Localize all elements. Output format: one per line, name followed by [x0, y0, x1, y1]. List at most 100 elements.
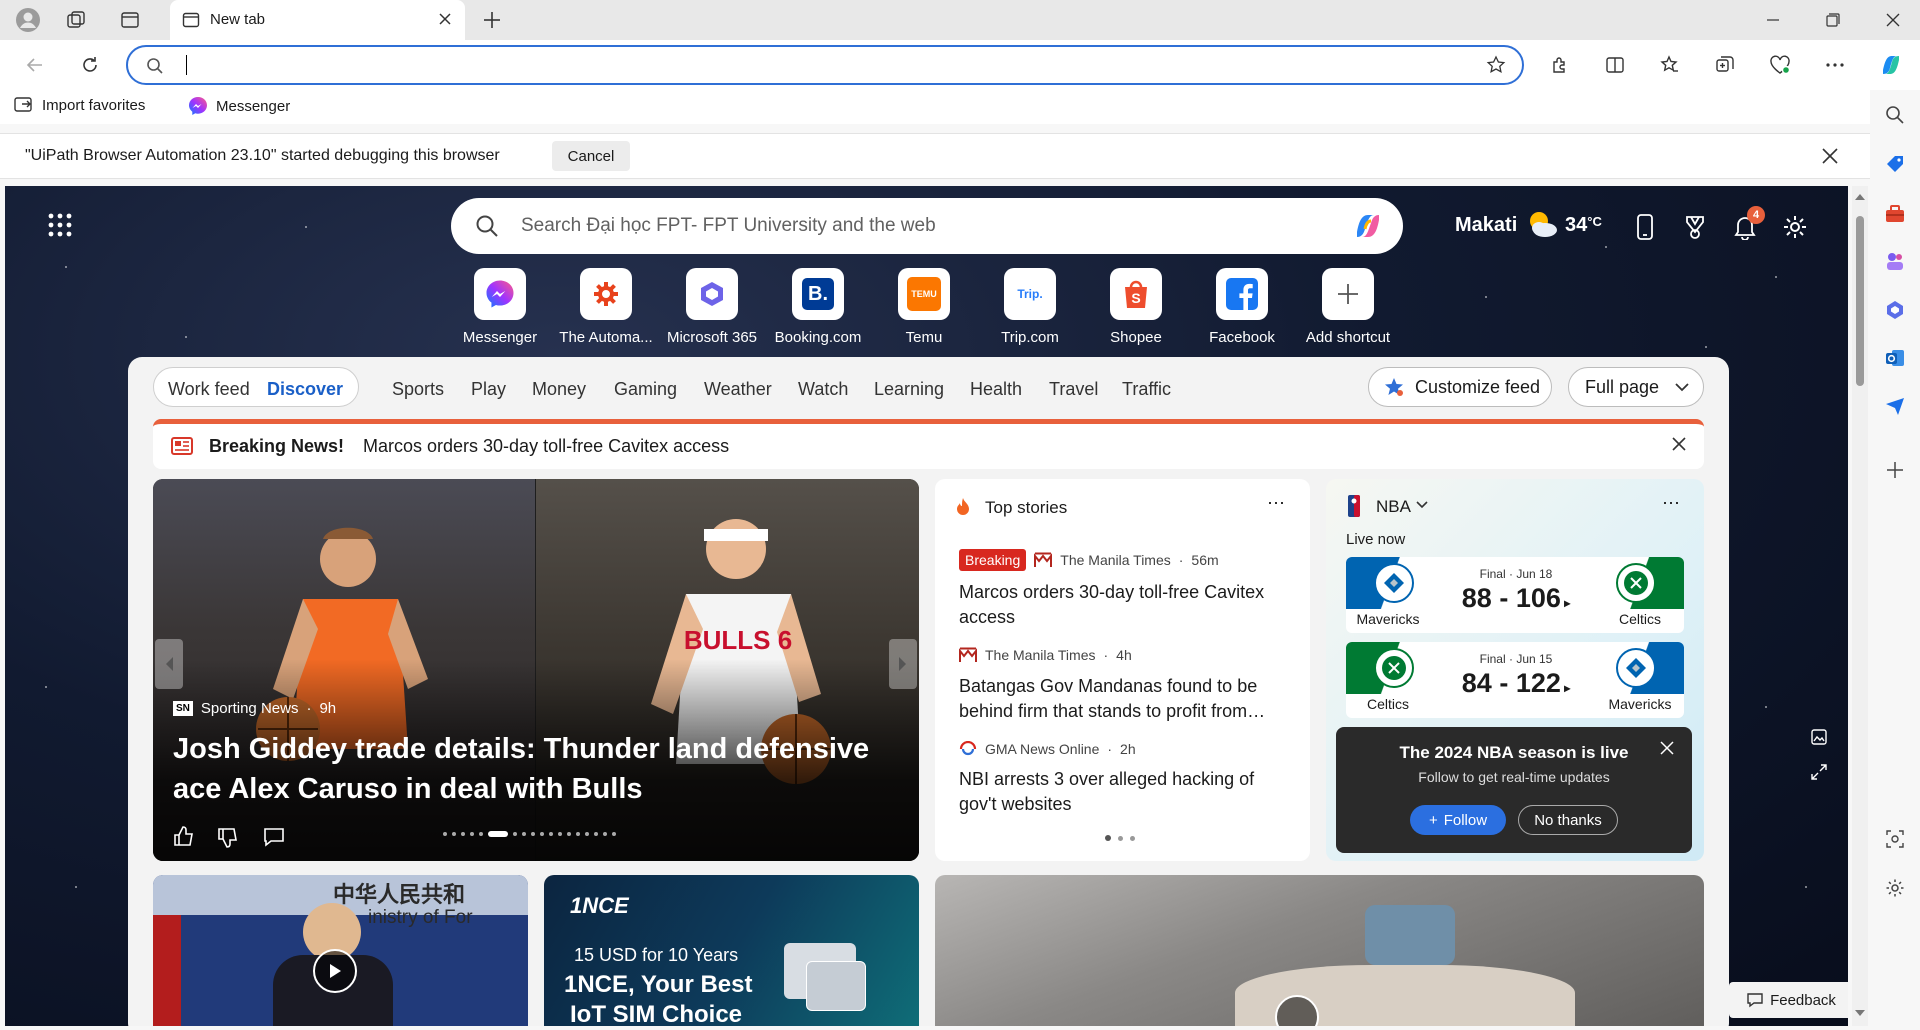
shopping-tag-icon[interactable] [1881, 150, 1909, 178]
top-stories-pager[interactable] [1105, 835, 1135, 841]
copilot-search-icon[interactable] [1351, 210, 1385, 242]
browser-essentials-icon[interactable] [1765, 50, 1795, 80]
search-placeholder[interactable]: Search Đại học FPT- FPT University and t… [521, 215, 936, 237]
collections-icon[interactable] [1710, 50, 1740, 80]
tab-gaming[interactable]: Gaming [614, 379, 677, 400]
shortcut-automation[interactable]: The Automa... [554, 268, 658, 346]
game-score-card[interactable]: Celtics Mavericks Final · Jun 15 84 - 12… [1346, 642, 1684, 718]
hero-next-arrow[interactable] [889, 639, 917, 689]
shortcut-microsoft-365[interactable]: Microsoft 365 [660, 268, 764, 346]
game-score-card[interactable]: Mavericks Celtics Final · Jun 18 88 - 10… [1346, 557, 1684, 633]
tab-health[interactable]: Health [970, 379, 1022, 400]
shortcut-facebook[interactable]: Facebook [1190, 268, 1294, 346]
mobile-icon[interactable] [1628, 210, 1662, 244]
comment-icon[interactable] [263, 827, 285, 847]
close-popup-icon[interactable] [1660, 741, 1674, 755]
tab-sports[interactable]: Sports [392, 379, 444, 400]
story-title[interactable]: Batangas Gov Mandanas found to be behind… [959, 674, 1289, 724]
send-icon[interactable] [1881, 392, 1909, 420]
close-infobar-icon[interactable] [1822, 148, 1838, 164]
close-tab-icon[interactable] [438, 12, 452, 26]
feedback-button[interactable]: Feedback [1729, 982, 1848, 1018]
page-settings-icon[interactable] [1778, 210, 1812, 244]
add-shortcut-button[interactable]: Add shortcut [1296, 268, 1400, 346]
back-icon[interactable] [20, 50, 50, 80]
import-favorites-link[interactable]: Import favorites [14, 96, 145, 114]
story-title[interactable]: Marcos orders 30-day toll-free Cavitex a… [959, 580, 1289, 630]
address-bar[interactable] [126, 45, 1524, 85]
add-sidebar-app-icon[interactable] [1881, 456, 1909, 484]
profile-icon[interactable] [14, 6, 42, 34]
chevron-down-icon[interactable] [1416, 501, 1428, 509]
tab-play[interactable]: Play [471, 379, 506, 400]
screenshot-icon[interactable] [1881, 825, 1909, 853]
messenger-favorite-link[interactable]: Messenger [188, 96, 290, 116]
image-credit-icon[interactable] [1811, 729, 1827, 745]
shortcut-temu[interactable]: TEMU Temu [872, 268, 976, 346]
tab-new-tab[interactable]: New tab [170, 0, 465, 40]
copilot-icon[interactable] [1876, 50, 1906, 80]
shortcut-trip[interactable]: Trip. Trip.com [978, 268, 1082, 346]
breaking-news-text[interactable]: Marcos orders 30-day toll-free Cavitex a… [363, 436, 729, 457]
microsoft-365-sidebar-icon[interactable] [1881, 296, 1909, 324]
favorite-star-icon[interactable] [1486, 55, 1506, 75]
shortcut-messenger[interactable]: Messenger [448, 268, 552, 346]
tab-money[interactable]: Money [532, 379, 586, 400]
favorites-icon[interactable] [1655, 50, 1685, 80]
video-feature-card[interactable] [935, 875, 1704, 1026]
nba-title[interactable]: NBA [1376, 497, 1411, 517]
scrollbar-thumb[interactable] [1856, 216, 1864, 386]
new-tab-button[interactable] [478, 6, 506, 34]
no-thanks-button[interactable]: No thanks [1518, 805, 1618, 835]
play-video-icon[interactable] [313, 949, 357, 993]
shortcut-shopee[interactable]: S Shopee [1084, 268, 1188, 346]
workspaces-icon[interactable] [62, 6, 90, 34]
apps-launcher-icon[interactable] [47, 212, 73, 238]
close-window-button[interactable] [1870, 0, 1916, 40]
tools-icon[interactable] [1881, 200, 1909, 228]
hero-previous-arrow[interactable] [155, 639, 183, 689]
tab-weather[interactable]: Weather [704, 379, 772, 400]
tab-travel[interactable]: Travel [1049, 379, 1098, 400]
close-breaking-icon[interactable] [1671, 436, 1687, 452]
nba-more-icon[interactable]: ⋯ [1662, 493, 1680, 514]
ad-card[interactable]: 1NCE 15 USD for 10 Years 1NCE, Your Best… [544, 875, 919, 1026]
sidebar-search-icon[interactable] [1881, 101, 1909, 129]
restore-button[interactable] [1810, 0, 1856, 40]
tab-watch[interactable]: Watch [798, 379, 848, 400]
shortcut-booking[interactable]: B. Booking.com [766, 268, 870, 346]
rewards-icon[interactable] [1678, 210, 1712, 244]
refresh-icon[interactable] [75, 50, 105, 80]
hero-carousel-dots[interactable] [443, 831, 616, 837]
tab-learning[interactable]: Learning [874, 379, 944, 400]
minimize-button[interactable] [1750, 0, 1796, 40]
scroll-down-arrow[interactable] [1855, 1010, 1865, 1016]
follow-button[interactable]: + Follow [1410, 805, 1506, 835]
debug-cancel-button[interactable]: Cancel [552, 141, 630, 171]
customize-feed-button[interactable]: Customize feed [1368, 367, 1552, 407]
split-screen-icon[interactable] [1600, 50, 1630, 80]
hero-title[interactable]: Josh Giddey trade details: Thunder land … [173, 729, 893, 809]
more-options-icon[interactable] [1820, 50, 1850, 80]
top-stories-more-icon[interactable]: ⋯ [1267, 493, 1285, 514]
games-icon[interactable] [1881, 248, 1909, 276]
tab-work-feed[interactable]: Work feed [168, 379, 250, 400]
page-scrollbar[interactable] [1852, 186, 1868, 1026]
vertical-tabs-icon[interactable] [116, 6, 144, 34]
layout-dropdown[interactable]: Full page [1568, 367, 1704, 407]
weather-widget[interactable]: Makati [1455, 214, 1517, 237]
outlook-icon[interactable] [1881, 344, 1909, 372]
sidebar-settings-icon[interactable] [1881, 874, 1909, 902]
tab-discover[interactable]: Discover [267, 379, 343, 400]
hero-news-card[interactable]: BULLS 6 SN Sporting News · 9h Josh Gidde… [153, 479, 919, 861]
scroll-up-arrow[interactable] [1855, 194, 1865, 200]
dislike-icon[interactable] [217, 827, 239, 849]
expand-background-icon[interactable] [1811, 764, 1827, 780]
tab-traffic[interactable]: Traffic [1122, 379, 1171, 400]
story-title[interactable]: NBI arrests 3 over alleged hacking of go… [959, 767, 1289, 817]
extensions-icon[interactable] [1545, 50, 1575, 80]
video-news-card[interactable]: 中华人民共和 inistry of For [153, 875, 528, 1026]
like-icon[interactable] [173, 825, 195, 847]
web-search-box[interactable]: Search Đại học FPT- FPT University and t… [451, 198, 1403, 254]
breaking-news-banner[interactable]: Breaking News! Marcos orders 30-day toll… [153, 419, 1704, 469]
